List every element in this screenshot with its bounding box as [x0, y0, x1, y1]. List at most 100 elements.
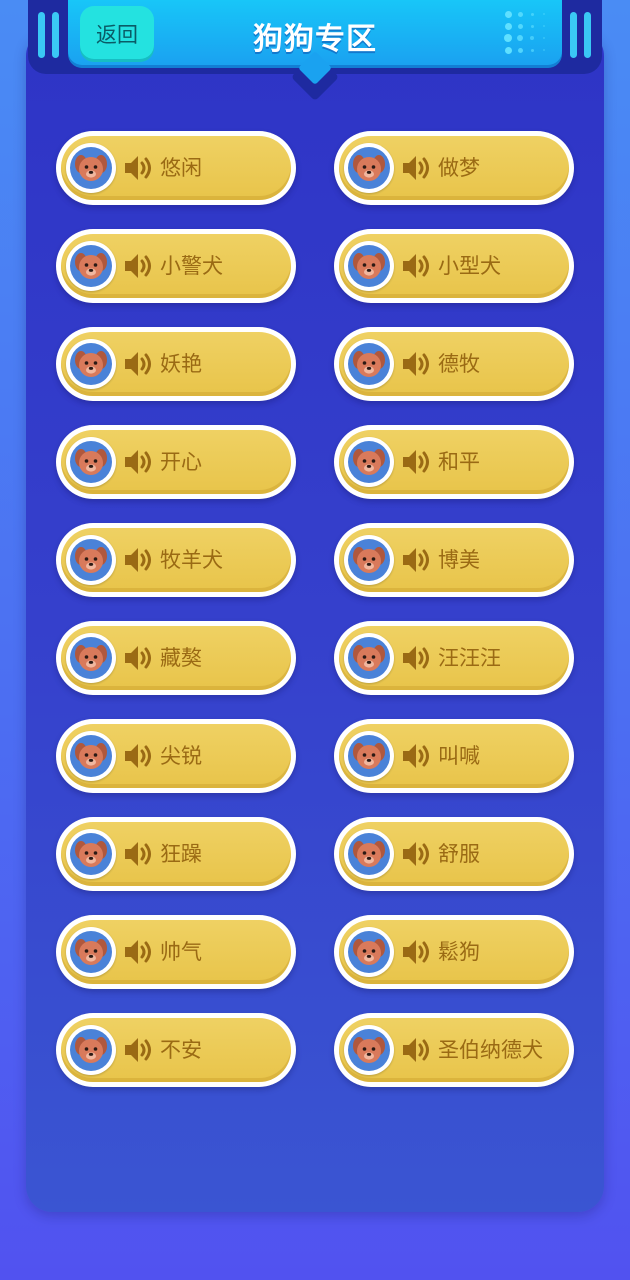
speaker-icon: [403, 254, 429, 278]
dog-face-icon: [75, 841, 107, 867]
sound-button[interactable]: 叫喊: [334, 719, 574, 793]
sound-label: 帅气: [160, 940, 202, 964]
speaker-icon: [403, 744, 429, 768]
sound-button[interactable]: 牧羊犬: [56, 523, 296, 597]
sound-button[interactable]: 博美: [334, 523, 574, 597]
speaker-icon: [403, 842, 429, 866]
sound-label: 悠闲: [160, 156, 202, 180]
sound-label: 不安: [160, 1038, 202, 1062]
sound-button[interactable]: 圣伯纳德犬: [334, 1013, 574, 1087]
dog-avatar: [344, 731, 394, 781]
sound-button[interactable]: 帅气: [56, 915, 296, 989]
dog-face-icon: [75, 253, 107, 279]
dog-avatar: [66, 339, 116, 389]
dog-face-icon: [353, 743, 385, 769]
sound-button[interactable]: 舒服: [334, 817, 574, 891]
dog-face-icon: [75, 547, 107, 573]
dog-face-icon: [353, 645, 385, 671]
dog-avatar: [344, 535, 394, 585]
sound-button[interactable]: 汪汪汪: [334, 621, 574, 695]
dog-face-icon: [353, 155, 385, 181]
dog-face-icon: [353, 253, 385, 279]
speaker-icon: [125, 352, 151, 376]
sound-button[interactable]: 德牧: [334, 327, 574, 401]
dot: [517, 47, 523, 53]
dot: [504, 22, 512, 30]
dot: [543, 37, 545, 39]
sound-button[interactable]: 小型犬: [334, 229, 574, 303]
speaker-icon: [125, 842, 151, 866]
dog-avatar: [66, 241, 116, 291]
dog-face-icon: [353, 449, 385, 475]
dot: [530, 12, 534, 16]
speaker-icon: [403, 1038, 429, 1062]
sound-label: 叫喊: [438, 744, 480, 768]
dot-grid-decoration: [504, 10, 552, 60]
dog-face-icon: [353, 351, 385, 377]
dog-face-icon: [75, 645, 107, 671]
sound-label: 尖锐: [160, 744, 202, 768]
dog-face-icon: [75, 351, 107, 377]
dog-face-icon: [75, 155, 107, 181]
sound-button[interactable]: 狂躁: [56, 817, 296, 891]
sound-label: 德牧: [438, 352, 480, 376]
dog-avatar: [66, 1025, 116, 1075]
sound-button[interactable]: 和平: [334, 425, 574, 499]
sound-label: 狂躁: [160, 842, 202, 866]
dog-avatar: [66, 731, 116, 781]
dot: [530, 36, 534, 40]
dog-face-icon: [75, 939, 107, 965]
dog-face-icon: [353, 939, 385, 965]
sound-label: 舒服: [438, 842, 480, 866]
dot: [517, 11, 523, 17]
speaker-icon: [403, 156, 429, 180]
dot: [504, 46, 512, 54]
dog-avatar: [66, 143, 116, 193]
speaker-icon: [403, 450, 429, 474]
dog-avatar: [344, 241, 394, 291]
speaker-icon: [403, 646, 429, 670]
dog-avatar: [66, 437, 116, 487]
sound-label: 牧羊犬: [160, 548, 223, 572]
dog-face-icon: [353, 547, 385, 573]
dog-avatar: [344, 633, 394, 683]
sound-label: 开心: [160, 450, 202, 474]
speaker-icon: [125, 254, 151, 278]
speaker-icon: [125, 744, 151, 768]
dot: [543, 49, 545, 51]
dog-avatar: [344, 437, 394, 487]
speaker-icon: [125, 1038, 151, 1062]
dog-face-icon: [75, 449, 107, 475]
dog-avatar: [344, 143, 394, 193]
sound-button[interactable]: 不安: [56, 1013, 296, 1087]
sound-button[interactable]: 鬆狗: [334, 915, 574, 989]
sound-button[interactable]: 悠闲: [56, 131, 296, 205]
sound-button[interactable]: 做梦: [334, 131, 574, 205]
sound-label: 藏獒: [160, 646, 202, 670]
speaker-icon: [125, 548, 151, 572]
dog-avatar: [344, 829, 394, 879]
dog-avatar: [66, 535, 116, 585]
sound-button[interactable]: 尖锐: [56, 719, 296, 793]
dot: [504, 34, 512, 42]
sound-label: 妖艳: [160, 352, 202, 376]
speaker-icon: [125, 450, 151, 474]
sound-label: 汪汪汪: [438, 646, 501, 670]
dog-face-icon: [75, 1037, 107, 1063]
speaker-icon: [125, 940, 151, 964]
dot: [543, 25, 545, 27]
speaker-icon: [403, 940, 429, 964]
dot: [504, 10, 512, 18]
sound-label: 圣伯纳德犬: [438, 1038, 543, 1062]
dog-face-icon: [353, 1037, 385, 1063]
sound-button[interactable]: 开心: [56, 425, 296, 499]
dog-face-icon: [353, 841, 385, 867]
sound-button[interactable]: 藏獒: [56, 621, 296, 695]
sound-label: 小警犬: [160, 254, 223, 278]
sound-button[interactable]: 小警犬: [56, 229, 296, 303]
sound-label: 鬆狗: [438, 940, 480, 964]
sound-label: 和平: [438, 450, 480, 474]
dog-avatar: [66, 633, 116, 683]
dog-avatar: [66, 829, 116, 879]
sound-button[interactable]: 妖艳: [56, 327, 296, 401]
